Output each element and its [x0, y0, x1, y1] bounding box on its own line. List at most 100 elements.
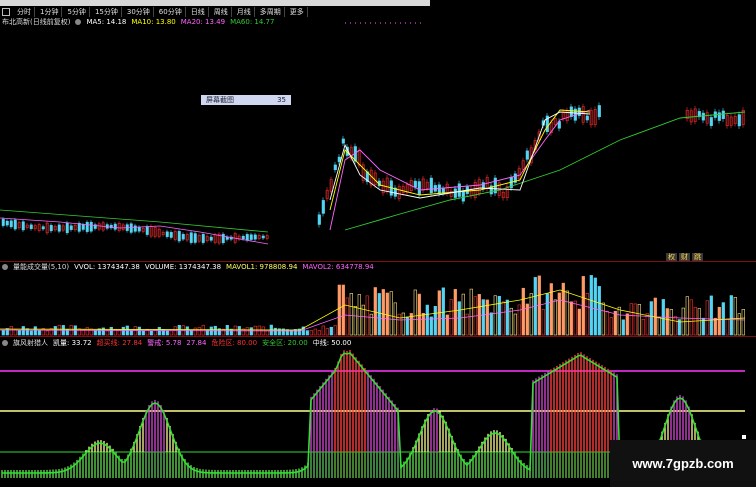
volume-bar [5, 328, 9, 336]
volume-bar [1, 330, 5, 336]
volume-bar [461, 293, 465, 336]
volume-bar [325, 328, 329, 336]
volume-bar [149, 330, 153, 336]
volume-bar [553, 299, 557, 336]
price-candle [453, 188, 457, 198]
price-candle [721, 110, 725, 119]
price-candle [77, 222, 81, 232]
volume-bar [37, 330, 41, 336]
volume-bar [13, 329, 17, 336]
price-candle [69, 225, 73, 230]
volume-bar [649, 301, 653, 336]
price-candle [429, 177, 433, 194]
price-candle [9, 220, 13, 228]
volume-bar [389, 291, 393, 336]
volume-bar [573, 300, 577, 336]
volume-bar [709, 295, 713, 336]
price-candle [145, 226, 149, 235]
price-candle [5, 220, 9, 226]
price-candle [209, 236, 213, 241]
volume-bar [541, 309, 545, 336]
volume-bar [353, 306, 357, 336]
volume-bar [717, 306, 721, 336]
volume-bar [517, 304, 521, 336]
volume-bar [737, 313, 741, 336]
volume-bar [605, 310, 609, 336]
volume-bar [497, 295, 501, 336]
volume-bar [593, 277, 597, 336]
price-candle [85, 221, 89, 232]
volume-bar [197, 327, 201, 336]
volume-bar [721, 302, 725, 336]
volume-bar [421, 312, 425, 336]
price-candle [317, 214, 321, 225]
end-marker [742, 435, 746, 439]
volume-bar [29, 330, 33, 336]
stock-chart-canvas[interactable] [0, 0, 756, 487]
price-candle [457, 183, 461, 197]
volume-bar [381, 289, 385, 336]
volume-bar [685, 296, 689, 336]
price-candle [585, 115, 589, 121]
price-candle [177, 231, 181, 242]
volume-bar [733, 296, 737, 336]
volume-bar [425, 304, 429, 336]
price-candle [129, 223, 133, 233]
price-candle [569, 106, 573, 117]
volume-bar [469, 288, 473, 336]
price-candle [341, 138, 345, 144]
price-candle [525, 150, 529, 160]
price-candle [221, 233, 225, 244]
volume-bar [617, 306, 621, 336]
volume-bar [45, 330, 49, 336]
volume-bar [625, 313, 629, 336]
volume-bar [597, 286, 601, 336]
volume-bar [21, 326, 25, 336]
volume-bar [705, 300, 709, 336]
volume-bar [129, 329, 133, 336]
volume-bar [673, 316, 677, 336]
volume-bar [169, 330, 173, 336]
volume-bar [445, 314, 449, 336]
volume-bar [265, 330, 269, 336]
volume-bar [89, 328, 93, 336]
volume-bar [509, 307, 513, 336]
volume-bar [245, 327, 249, 336]
volume-bar [521, 287, 525, 336]
volume-bar [109, 326, 113, 336]
volume-bar [569, 301, 573, 336]
price-candle [253, 234, 257, 240]
volume-bar [105, 330, 109, 336]
volume-bar [81, 329, 85, 336]
price-candle [57, 224, 61, 232]
price-candle [193, 233, 197, 243]
volume-bar [393, 302, 397, 336]
volume-bar [481, 299, 485, 336]
volume-bar [357, 294, 361, 336]
volume-bar [589, 275, 593, 336]
price-candle [13, 219, 17, 230]
volume-bar [93, 330, 97, 336]
price-candle [1, 218, 5, 226]
volume-bar [697, 308, 701, 336]
price-candle [189, 232, 193, 243]
volume-bar [549, 283, 553, 336]
volume-bar [665, 308, 669, 336]
volume-bar [121, 326, 125, 336]
volume-bar [349, 293, 353, 336]
price-candle [113, 223, 117, 230]
volume-bar [333, 325, 337, 336]
volume-bar [501, 301, 505, 336]
volume-bar [329, 326, 333, 336]
volume-bar [385, 292, 389, 336]
price-candle [89, 221, 93, 232]
volume-bar [441, 287, 445, 336]
volume-bar [321, 325, 325, 336]
price-candle [245, 234, 249, 241]
price-candle [41, 226, 45, 230]
volume-bar [313, 328, 317, 336]
volume-bar [345, 297, 349, 336]
volume-bar [637, 303, 641, 336]
volume-bar [341, 284, 345, 336]
volume-bar [429, 316, 433, 336]
